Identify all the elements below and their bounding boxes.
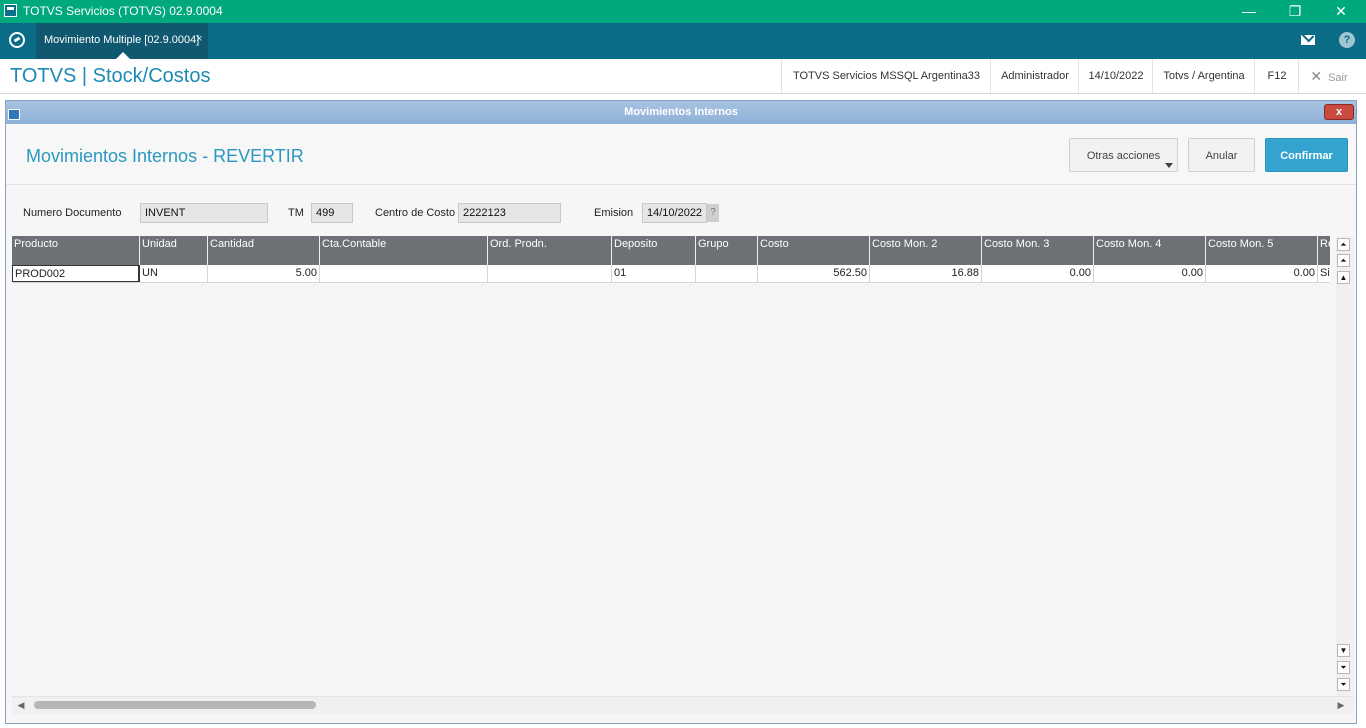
items-grid: Producto Unidad Cantidad Cta.Contable Or…: [12, 236, 1330, 696]
emission-label: Emision: [594, 207, 634, 219]
shortcut-info[interactable]: F12: [1254, 59, 1299, 93]
col-header-ord-prodn[interactable]: Ord. Prodn.: [488, 236, 612, 265]
col-header-deposito[interactable]: Deposito: [612, 236, 696, 265]
close-icon: ✕: [1310, 68, 1323, 84]
scroll-bottom-icon[interactable]: ⏷: [1337, 678, 1350, 691]
dialog-header: Movimientos Internos - REVERTIR Otras ac…: [6, 124, 1356, 185]
user-info[interactable]: Administrador: [990, 59, 1079, 93]
cell-cta-contable[interactable]: [320, 265, 488, 282]
col-header-costo-mon-4[interactable]: Costo Mon. 4: [1094, 236, 1206, 265]
app-icon: [4, 4, 17, 17]
dialog-icon: [8, 109, 20, 120]
col-header-producto[interactable]: Producto: [12, 236, 140, 265]
movimientos-internos-dialog: Movimientos Internos x Movimientos Inter…: [5, 100, 1357, 724]
restore-button[interactable]: ❐: [1272, 0, 1318, 23]
col-header-costo-mon-2[interactable]: Costo Mon. 2: [870, 236, 982, 265]
scroll-down-icon[interactable]: ▼: [1337, 644, 1350, 657]
scroll-page-up-icon[interactable]: ⏶: [1337, 254, 1350, 267]
col-header-unidad[interactable]: Unidad: [140, 236, 208, 265]
doc-number-field[interactable]: INVENT: [140, 203, 268, 223]
tab-label: Movimiento Multiple [02.9.0004]: [44, 34, 200, 46]
cell-costo-mon-2[interactable]: 16.88: [870, 265, 982, 282]
col-header-costo-mon-5[interactable]: Costo Mon. 5: [1206, 236, 1318, 265]
col-header-cta-contable[interactable]: Cta.Contable: [320, 236, 488, 265]
totvs-logo-icon[interactable]: [9, 32, 25, 48]
tab-bar: Movimiento Multiple [02.9.0004] × ?: [0, 23, 1366, 59]
cell-rev[interactable]: Si: [1318, 265, 1330, 282]
col-header-cantidad[interactable]: Cantidad: [208, 236, 320, 265]
tm-field[interactable]: 499: [311, 203, 353, 223]
cost-center-label: Centro de Costo: [375, 207, 456, 219]
other-actions-label: Otras acciones: [1086, 150, 1161, 162]
cost-center-field[interactable]: 2222123: [458, 203, 561, 223]
col-header-rev[interactable]: Rev: [1318, 236, 1330, 265]
emission-date-field[interactable]: 14/10/2022: [642, 203, 707, 223]
close-window-button[interactable]: ✕: [1318, 0, 1364, 23]
table-row[interactable]: PROD002 UN 5.00 01 562.50 16.88 0.00 0.0…: [12, 265, 1330, 283]
cell-unidad[interactable]: UN: [140, 265, 208, 282]
cell-grupo[interactable]: [696, 265, 758, 282]
tab-movimiento-multiple[interactable]: Movimiento Multiple [02.9.0004] ×: [36, 23, 208, 59]
horizontal-scroll-thumb[interactable]: [34, 701, 316, 709]
scroll-left-icon[interactable]: ◀: [16, 699, 26, 711]
scroll-up-icon[interactable]: ▲: [1337, 271, 1350, 284]
dialog-title: Movimientos Internos: [624, 106, 738, 118]
dialog-titlebar: Movimientos Internos x: [6, 101, 1356, 124]
scroll-top-icon[interactable]: ⏶: [1337, 238, 1350, 251]
lookup-icon[interactable]: ?: [707, 204, 719, 222]
tab-close-icon[interactable]: ×: [196, 33, 202, 45]
cell-deposito[interactable]: 01: [612, 265, 696, 282]
cell-cantidad[interactable]: 5.00: [208, 265, 320, 282]
exit-button[interactable]: ✕ Sair: [1298, 59, 1359, 93]
tm-label: TM: [288, 207, 304, 219]
module-title: TOTVS | Stock/Costos: [10, 65, 211, 87]
mail-icon[interactable]: [1301, 35, 1315, 45]
horizontal-scrollbar[interactable]: ◀ ▶: [12, 696, 1354, 714]
help-icon[interactable]: ?: [1339, 32, 1355, 48]
cell-costo[interactable]: 562.50: [758, 265, 870, 282]
col-header-costo[interactable]: Costo: [758, 236, 870, 265]
tab-active-indicator: [116, 52, 130, 59]
col-header-costo-mon-3[interactable]: Costo Mon. 3: [982, 236, 1094, 265]
scroll-page-down-icon[interactable]: ⏷: [1337, 661, 1350, 674]
window-title: TOTVS Servicios (TOTVS) 02.9.0004: [23, 4, 223, 18]
cell-producto[interactable]: PROD002: [12, 265, 140, 282]
scroll-right-icon[interactable]: ▶: [1336, 699, 1346, 711]
other-actions-button[interactable]: Otras acciones: [1069, 138, 1178, 172]
environment-info[interactable]: TOTVS Servicios MSSQL Argentina33: [781, 59, 991, 93]
exit-label: Sair: [1328, 72, 1348, 84]
caret-down-icon: [1165, 163, 1173, 168]
doc-number-label: Numero Documento: [23, 207, 122, 219]
window-titlebar: TOTVS Servicios (TOTVS) 02.9.0004 — ❐ ✕: [0, 0, 1366, 23]
page-title: Movimientos Internos - REVERTIR: [26, 146, 304, 166]
vertical-scrollbar[interactable]: ⏶ ⏶ ▲ ▼ ⏷ ⏷: [1336, 236, 1354, 696]
cancel-button[interactable]: Anular: [1188, 138, 1255, 172]
company-info[interactable]: Totvs / Argentina: [1152, 59, 1255, 93]
module-header: TOTVS | Stock/Costos TOTVS Servicios MSS…: [0, 59, 1366, 94]
col-header-grupo[interactable]: Grupo: [696, 236, 758, 265]
dialog-close-button[interactable]: x: [1324, 104, 1354, 120]
cell-costo-mon-3[interactable]: 0.00: [982, 265, 1094, 282]
confirm-button[interactable]: Confirmar: [1265, 138, 1348, 172]
date-info[interactable]: 14/10/2022: [1078, 59, 1153, 93]
cell-costo-mon-5[interactable]: 0.00: [1206, 265, 1318, 282]
cell-ord-prodn[interactable]: [488, 265, 612, 282]
minimize-button[interactable]: —: [1226, 0, 1272, 23]
cell-costo-mon-4[interactable]: 0.00: [1094, 265, 1206, 282]
grid-header: Producto Unidad Cantidad Cta.Contable Or…: [12, 236, 1330, 265]
